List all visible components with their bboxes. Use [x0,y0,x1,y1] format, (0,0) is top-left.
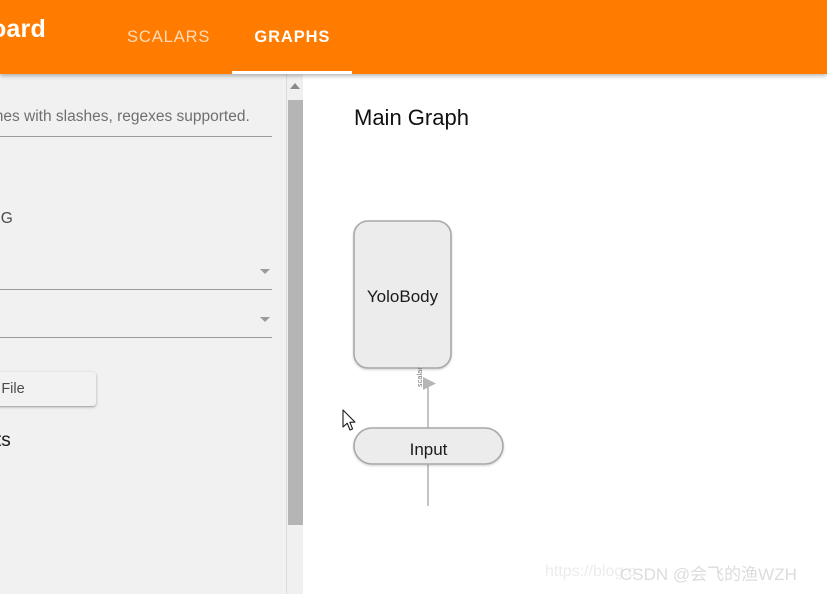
graph-edge-arrowhead [423,377,436,390]
graph-controls-sidebar: Separate names with slashes, regexes sup… [0,74,286,594]
run-select[interactable] [0,256,272,290]
scroll-up-arrow-icon[interactable] [287,74,303,98]
graph-node-yolobody-label: YoloBody [367,287,439,306]
app-header: TensorBoard SCALARS GRAPHS [0,0,827,74]
download-png-option[interactable]: Download PNG [0,210,13,228]
run-select-underline [0,289,272,290]
graph-edge-label: scalar [417,367,424,387]
tag-select-underline [0,337,272,338]
sidebar-divider [303,74,305,594]
graph-node-input[interactable]: Input [353,427,504,465]
chevron-down-icon [260,269,270,274]
choose-file-button[interactable]: Choose File [0,372,96,406]
tag-select[interactable] [0,304,272,338]
tab-graphs[interactable]: GRAPHS [232,0,353,74]
search-hint-text: Separate names with slashes, regexes sup… [0,108,250,125]
search-input-underline[interactable] [0,136,272,137]
sidebar-scrollbar[interactable] [286,74,303,594]
graph-canvas[interactable]: YoloBody Input [304,74,827,594]
tab-scalars[interactable]: SCALARS [105,0,232,74]
header-tabs: SCALARS GRAPHS [105,0,353,74]
scrollbar-thumb[interactable] [288,100,303,525]
sidebar-section-title: Graph inputs [0,430,11,451]
sidebar-inner: Separate names with slashes, regexes sup… [0,74,286,594]
brand-title[interactable]: TensorBoard [0,15,46,44]
chevron-down-icon [260,317,270,322]
chevron-up-glyph [290,83,300,89]
graph-node-yolobody[interactable]: YoloBody [353,220,452,369]
graph-node-input-label: Input [410,440,448,459]
graph-pane[interactable]: Main Graph YoloBody Input scalar [304,74,827,594]
